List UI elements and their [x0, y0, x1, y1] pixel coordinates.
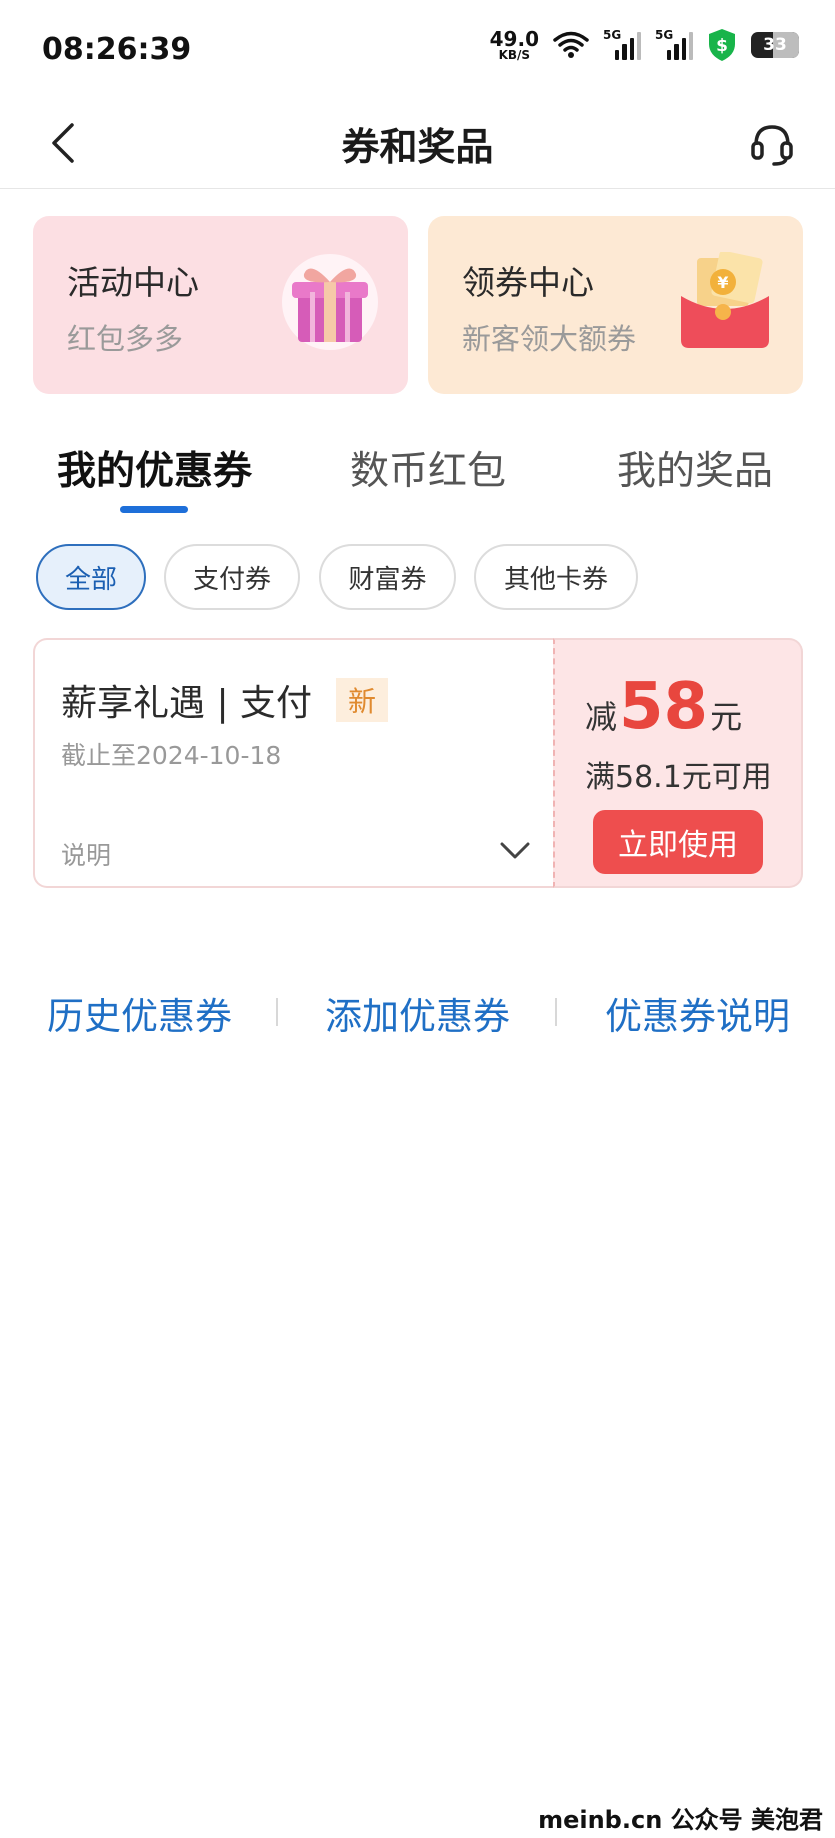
coupon-links: 历史优惠券 添加优惠券 优惠券说明 — [0, 980, 835, 1040]
amount-prefix: 减 — [585, 698, 618, 736]
signal-2-label: 5G — [655, 28, 674, 42]
link-divider — [555, 998, 557, 1026]
status-indicators: 49.0 KB/S 5G 5G $ 33 — [490, 28, 799, 62]
use-now-button[interactable]: 立即使用 — [593, 810, 763, 874]
coupon-condition: 满58.1元可用 — [585, 760, 772, 795]
customer-service-button[interactable] — [745, 116, 799, 170]
svg-text:$: $ — [716, 36, 728, 56]
status-time: 08:26:39 — [42, 32, 192, 67]
coupon-explanation-link[interactable]: 优惠券说明 — [605, 986, 790, 1040]
page-title: 券和奖品 — [341, 125, 494, 169]
active-tab-indicator — [120, 506, 188, 513]
watermark: meinb.cn 公众号 美泡君 — [538, 1806, 823, 1834]
filter-wealth-coupons[interactable]: 财富券 — [319, 544, 456, 610]
coupon-expiry: 截止至2024-10-18 — [61, 741, 282, 770]
wifi-icon — [553, 31, 589, 58]
activity-center-card[interactable]: 活动中心 红包多多 — [33, 216, 408, 394]
network-speed: 49.0 KB/S — [490, 29, 539, 61]
tab-digital-red-packets[interactable]: 数币红包 — [350, 440, 506, 496]
coupon-amount: 减 58 元 — [585, 670, 742, 744]
signal-1-label: 5G — [603, 28, 622, 42]
gift-box-icon — [282, 254, 378, 350]
network-speed-value: 49.0 — [489, 27, 539, 51]
nav-header: 券和奖品 — [0, 100, 835, 189]
tab-my-coupons[interactable]: 我的优惠券 — [57, 440, 252, 496]
battery-level: 33 — [763, 35, 787, 55]
chevron-down-icon[interactable] — [499, 836, 531, 864]
tab-my-prizes[interactable]: 我的奖品 — [617, 440, 773, 496]
battery-icon: 33 — [751, 32, 799, 58]
filter-other-cards[interactable]: 其他卡券 — [474, 544, 638, 610]
coupon-description-toggle[interactable]: 说明 — [61, 836, 111, 872]
coupon-name: 薪享礼遇 | 支付 — [61, 683, 313, 724]
shield-dollar-icon: $ — [709, 29, 735, 61]
svg-text:¥: ¥ — [717, 273, 728, 292]
filter-all[interactable]: 全部 — [36, 544, 146, 610]
status-bar: 08:26:39 49.0 KB/S 5G 5G $ 33 — [0, 0, 835, 100]
network-speed-unit: KB/S — [498, 48, 531, 62]
signal-1-icon: 5G — [603, 28, 641, 60]
coupon-tabs: 我的优惠券 数币红包 我的奖品 — [0, 440, 835, 520]
coupon-card: 薪享礼遇 | 支付 新 截止至2024-10-18 说明 减 58 元 满58.… — [33, 638, 803, 888]
add-coupon-link[interactable]: 添加优惠券 — [325, 986, 510, 1040]
new-badge: 新 — [336, 678, 389, 722]
red-envelope-icon: ¥ — [681, 252, 769, 348]
history-coupons-link[interactable]: 历史优惠券 — [47, 986, 232, 1040]
link-divider — [276, 998, 278, 1026]
amount-unit: 元 — [710, 698, 743, 736]
signal-2-icon: 5G — [655, 28, 693, 60]
headset-icon — [751, 125, 793, 166]
amount-value: 58 — [619, 670, 709, 744]
filter-payment-coupons[interactable]: 支付券 — [164, 544, 300, 610]
coupon-name-row: 薪享礼遇 | 支付 新 — [61, 674, 389, 726]
coupon-info: 薪享礼遇 | 支付 新 截止至2024-10-18 说明 — [33, 638, 553, 888]
coupon-center-card[interactable]: 领券中心 新客领大额券 ¥ — [428, 216, 803, 394]
coupon-value-panel: 减 58 元 满58.1元可用 立即使用 — [553, 638, 803, 888]
